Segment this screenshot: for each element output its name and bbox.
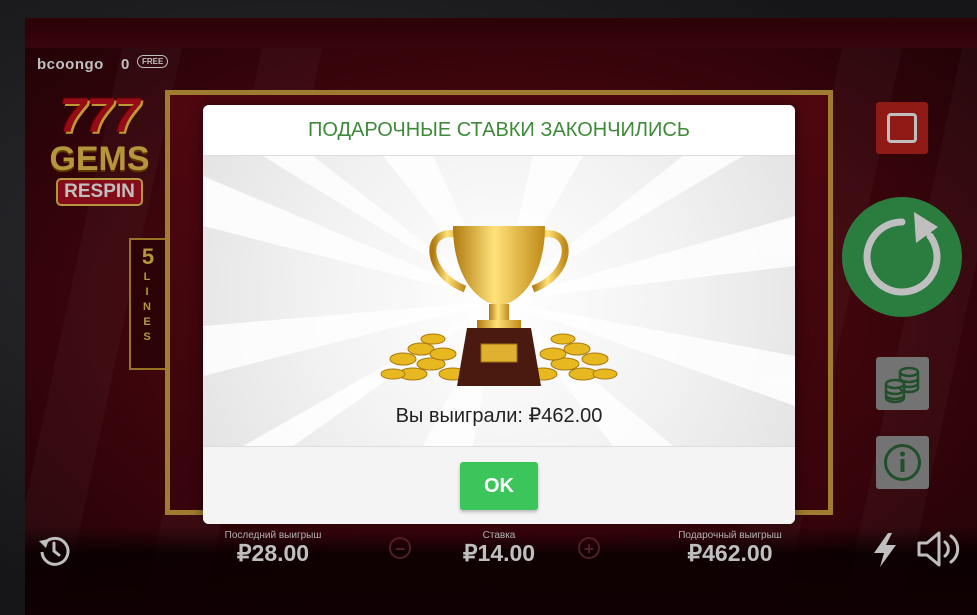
game-area: bcoongo 0 FREE 777 GEMS RESPIN 5 L I N E… bbox=[25, 18, 977, 615]
dialog-title: ПОДАРОЧНЫЕ СТАВКИ ЗАКОНЧИЛИСЬ bbox=[203, 105, 795, 156]
gift-bets-ended-dialog: ПОДАРОЧНЫЕ СТАВКИ ЗАКОНЧИЛИСЬ Вы выиграл… bbox=[203, 105, 795, 524]
dialog-body: Вы выиграли: ₽462.00 bbox=[203, 156, 795, 446]
trophy-icon bbox=[380, 226, 618, 386]
ok-button[interactable]: OK bbox=[460, 462, 538, 510]
dialog-footer: OK bbox=[203, 446, 795, 524]
win-amount-text: Вы выиграли: ₽462.00 bbox=[395, 405, 603, 427]
